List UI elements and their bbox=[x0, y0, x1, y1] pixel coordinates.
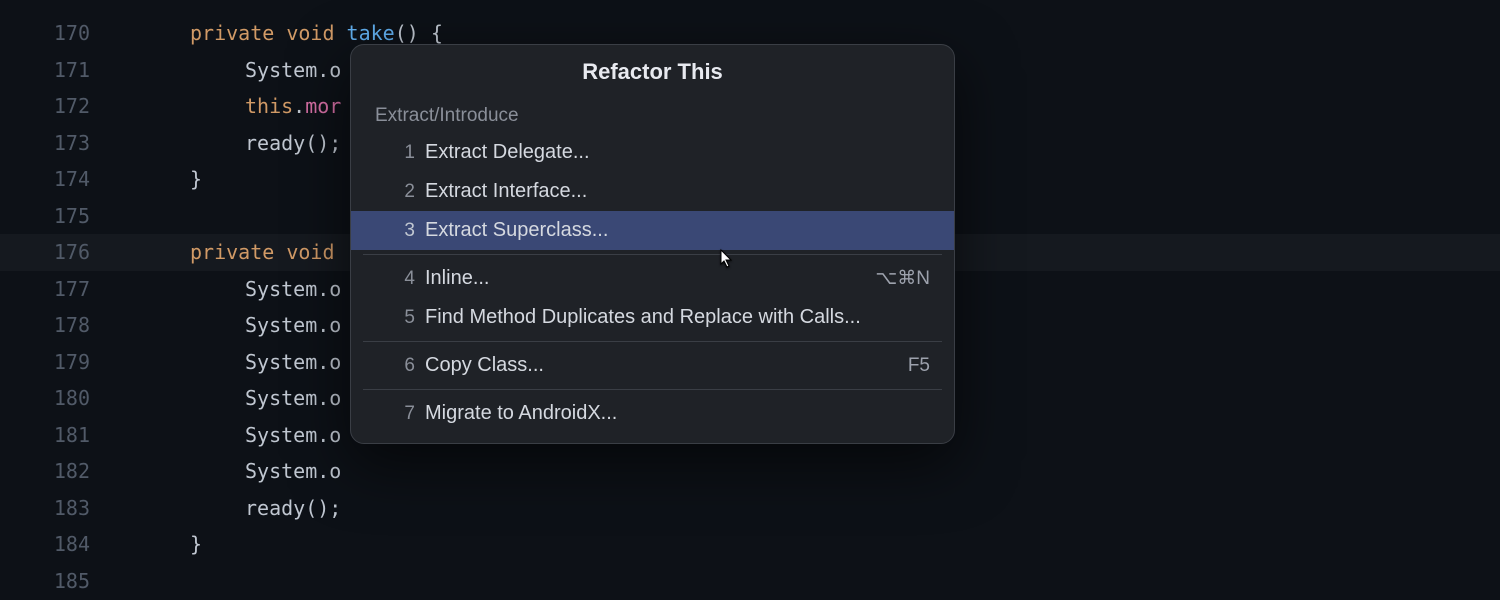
popup-title: Refactor This bbox=[351, 45, 954, 95]
line-number: 182 bbox=[0, 453, 90, 490]
popup-menu-item[interactable]: 3 Extract Superclass... bbox=[351, 211, 954, 250]
popup-item-shortcut: ⌥⌘N bbox=[875, 267, 930, 290]
line-number: 184 bbox=[0, 526, 90, 563]
line-number: 177 bbox=[0, 271, 90, 308]
line-number: 179 bbox=[0, 344, 90, 381]
code-line[interactable] bbox=[120, 563, 1500, 600]
line-number: 174 bbox=[0, 161, 90, 198]
popup-item-number: 5 bbox=[389, 307, 415, 329]
popup-menu-item[interactable]: 5 Find Method Duplicates and Replace with… bbox=[351, 298, 954, 337]
popup-item-label: Extract Superclass... bbox=[425, 219, 930, 242]
popup-divider bbox=[363, 254, 942, 255]
popup-item-number: 4 bbox=[389, 268, 415, 290]
code-line[interactable]: } bbox=[120, 526, 1500, 563]
line-number-gutter: 1701711721731741751761771781791801811821… bbox=[0, 0, 120, 600]
popup-item-label: Extract Interface... bbox=[425, 180, 930, 203]
popup-item-number: 7 bbox=[389, 403, 415, 425]
line-number: 183 bbox=[0, 490, 90, 527]
popup-menu-item[interactable]: 2 Extract Interface... bbox=[351, 172, 954, 211]
line-number: 175 bbox=[0, 198, 90, 235]
line-number: 185 bbox=[0, 563, 90, 600]
popup-menu-item[interactable]: 1 Extract Delegate... bbox=[351, 133, 954, 172]
line-number: 180 bbox=[0, 380, 90, 417]
popup-menu-item[interactable]: 4 Inline...⌥⌘N bbox=[351, 259, 954, 298]
line-number: 170 bbox=[0, 15, 90, 52]
popup-divider bbox=[363, 341, 942, 342]
line-number: 176 bbox=[0, 234, 90, 271]
code-line[interactable]: System.o bbox=[120, 453, 1500, 490]
line-number: 178 bbox=[0, 307, 90, 344]
popup-item-label: Find Method Duplicates and Replace with … bbox=[425, 306, 930, 329]
popup-item-number: 3 bbox=[389, 220, 415, 242]
line-number: 173 bbox=[0, 125, 90, 162]
popup-item-shortcut: F5 bbox=[908, 355, 930, 377]
line-number: 171 bbox=[0, 52, 90, 89]
popup-item-number: 1 bbox=[389, 142, 415, 164]
popup-item-number: 2 bbox=[389, 181, 415, 203]
code-line[interactable]: ready(); bbox=[120, 490, 1500, 527]
popup-item-label: Copy Class... bbox=[425, 354, 908, 377]
line-number: 181 bbox=[0, 417, 90, 454]
popup-item-label: Migrate to AndroidX... bbox=[425, 402, 930, 425]
line-number: 172 bbox=[0, 88, 90, 125]
refactor-popup: Refactor This Extract/Introduce 1 Extract… bbox=[350, 44, 955, 444]
popup-menu-item[interactable]: 6 Copy Class...F5 bbox=[351, 346, 954, 385]
popup-section-header: Extract/Introduce bbox=[351, 95, 954, 133]
popup-item-number: 6 bbox=[389, 355, 415, 377]
popup-item-label: Extract Delegate... bbox=[425, 141, 930, 164]
popup-menu-item[interactable]: 7 Migrate to AndroidX... bbox=[351, 394, 954, 433]
popup-divider bbox=[363, 389, 942, 390]
popup-item-label: Inline... bbox=[425, 267, 875, 290]
